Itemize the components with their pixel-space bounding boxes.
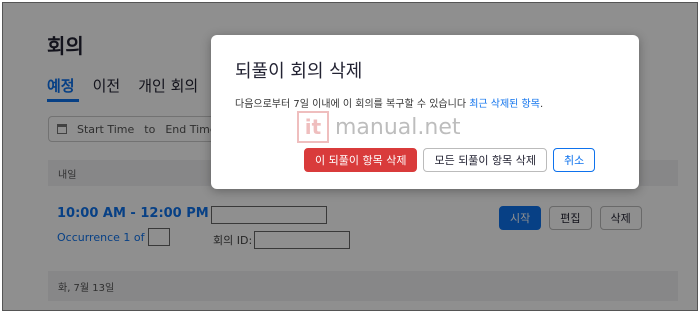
cancel-button[interactable]: 취소 <box>553 148 596 172</box>
dialog-actions: 이 되풀이 항목 삭제 모든 되풀이 항목 삭제 취소 <box>304 148 596 172</box>
app-window: 회의 예정 이전 개인 회의 Start Time to End Time 내일… <box>2 2 698 311</box>
dialog-message-text: 다음으로부터 7일 이내에 이 회의를 복구할 수 있습니다 <box>235 99 467 110</box>
delete-recurring-dialog: 되풀이 회의 삭제 다음으로부터 7일 이내에 이 회의를 복구할 수 있습니다… <box>211 35 639 189</box>
delete-all-occurrences-button[interactable]: 모든 되풀이 항목 삭제 <box>423 148 548 172</box>
recently-deleted-link[interactable]: 최근 삭제된 항목 <box>469 99 540 110</box>
dialog-message-period: . <box>539 99 544 110</box>
dialog-message: 다음으로부터 7일 이내에 이 회의를 복구할 수 있습니다 최근 삭제된 항목… <box>235 95 543 110</box>
dialog-title: 되풀이 회의 삭제 <box>235 61 363 82</box>
delete-this-occurrence-button[interactable]: 이 되풀이 항목 삭제 <box>304 148 418 172</box>
